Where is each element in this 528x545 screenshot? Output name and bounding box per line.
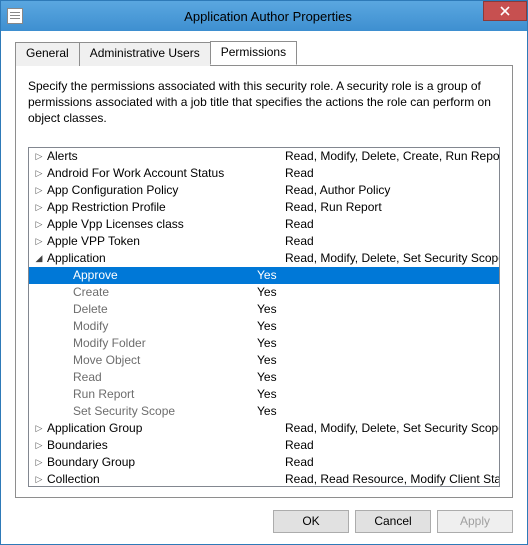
expand-icon[interactable]: ▷ xyxy=(33,219,45,230)
close-icon xyxy=(500,6,510,16)
titlebar[interactable]: Application Author Properties xyxy=(1,1,527,31)
tree-row[interactable]: ▷App Configuration PolicyRead, Author Po… xyxy=(29,182,499,199)
row-label: Apple VPP Token xyxy=(45,234,279,248)
row-label: Set Security Scope xyxy=(45,404,251,418)
collapse-icon[interactable]: ◢ xyxy=(33,253,45,264)
row-label: Modify Folder xyxy=(45,336,251,350)
tree-row[interactable]: ▷Boundary GroupRead xyxy=(29,454,499,471)
row-permission: Read xyxy=(279,217,314,231)
tree-child-row[interactable]: ModifyYes xyxy=(29,318,499,335)
row-label: Collection xyxy=(45,472,279,486)
row-label: App Restriction Profile xyxy=(45,200,279,214)
window-title: Application Author Properties xyxy=(29,9,527,24)
row-label: Delete xyxy=(45,302,251,316)
row-permission: Yes xyxy=(251,370,277,384)
row-label: Application Group xyxy=(45,421,279,435)
row-permission: Read, Author Policy xyxy=(279,183,390,197)
tree-row[interactable]: ▷Apple VPP TokenRead xyxy=(29,233,499,250)
tree-row[interactable]: ▷App Restriction ProfileRead, Run Report xyxy=(29,199,499,216)
expand-icon[interactable]: ▷ xyxy=(33,168,45,179)
row-permission: Yes xyxy=(251,387,277,401)
tree-child-row[interactable]: ReadYes xyxy=(29,369,499,386)
row-label: Read xyxy=(45,370,251,384)
tab-general[interactable]: General xyxy=(15,42,80,66)
tree-row[interactable]: ▷CollectionRead, Read Resource, Modify C… xyxy=(29,471,499,486)
row-permission: Read, Modify, Delete, Create, Run Report… xyxy=(279,149,499,163)
tree-child-row[interactable]: ApproveYes xyxy=(29,267,499,284)
row-permission: Read, Run Report xyxy=(279,200,382,214)
row-permission: Yes xyxy=(251,404,277,418)
expand-icon[interactable]: ▷ xyxy=(33,440,45,451)
cancel-button[interactable]: Cancel xyxy=(355,510,431,533)
tab-strip: General Administrative Users Permissions xyxy=(15,41,513,65)
tree-child-row[interactable]: Run ReportYes xyxy=(29,386,499,403)
tree-row[interactable]: ▷Application GroupRead, Modify, Delete, … xyxy=(29,420,499,437)
row-permission: Yes xyxy=(251,268,277,282)
row-label: Run Report xyxy=(45,387,251,401)
permissions-tree: ▷AlertsRead, Modify, Delete, Create, Run… xyxy=(28,147,500,487)
apply-button[interactable]: Apply xyxy=(437,510,513,533)
row-permission: Read xyxy=(279,234,314,248)
permissions-tree-scroll[interactable]: ▷AlertsRead, Modify, Delete, Create, Run… xyxy=(29,148,499,486)
tree-child-row[interactable]: DeleteYes xyxy=(29,301,499,318)
ok-button[interactable]: OK xyxy=(273,510,349,533)
expand-icon[interactable]: ▷ xyxy=(33,457,45,468)
row-permission: Read, Read Resource, Modify Client Statu… xyxy=(279,472,499,486)
row-label: Apple Vpp Licenses class xyxy=(45,217,279,231)
row-label: Android For Work Account Status xyxy=(45,166,279,180)
row-permission: Yes xyxy=(251,285,277,299)
tab-admin-users[interactable]: Administrative Users xyxy=(79,42,211,66)
tree-child-row[interactable]: Set Security ScopeYes xyxy=(29,403,499,420)
window-icon xyxy=(7,8,23,24)
row-label: Move Object xyxy=(45,353,251,367)
expand-icon[interactable]: ▷ xyxy=(33,202,45,213)
row-label: Alerts xyxy=(45,149,279,163)
content-area: General Administrative Users Permissions… xyxy=(1,31,527,498)
row-label: Modify xyxy=(45,319,251,333)
row-label: Boundary Group xyxy=(45,455,279,469)
row-permission: Read xyxy=(279,455,314,469)
dialog-window: Application Author Properties General Ad… xyxy=(0,0,528,545)
row-permission: Read, Modify, Delete, Set Security Scope… xyxy=(279,251,499,265)
row-permission: Yes xyxy=(251,319,277,333)
expand-icon[interactable]: ▷ xyxy=(33,423,45,434)
tree-row[interactable]: ◢ApplicationRead, Modify, Delete, Set Se… xyxy=(29,250,499,267)
tree-row[interactable]: ▷Android For Work Account StatusRead xyxy=(29,165,499,182)
tab-panel-permissions: Specify the permissions associated with … xyxy=(15,65,513,498)
tree-child-row[interactable]: CreateYes xyxy=(29,284,499,301)
expand-icon[interactable]: ▷ xyxy=(33,236,45,247)
tree-row[interactable]: ▷AlertsRead, Modify, Delete, Create, Run… xyxy=(29,148,499,165)
tree-row[interactable]: ▷Apple Vpp Licenses classRead xyxy=(29,216,499,233)
row-permission: Yes xyxy=(251,302,277,316)
row-permission: Yes xyxy=(251,353,277,367)
row-label: Application xyxy=(45,251,279,265)
expand-icon[interactable]: ▷ xyxy=(33,185,45,196)
row-label: Boundaries xyxy=(45,438,279,452)
tab-permissions[interactable]: Permissions xyxy=(210,41,297,65)
row-permission: Yes xyxy=(251,336,277,350)
row-permission: Read xyxy=(279,166,314,180)
expand-icon[interactable]: ▷ xyxy=(33,474,45,485)
row-permission: Read, Modify, Delete, Set Security Scope… xyxy=(279,421,499,435)
expand-icon[interactable]: ▷ xyxy=(33,151,45,162)
tree-child-row[interactable]: Modify FolderYes xyxy=(29,335,499,352)
close-button[interactable] xyxy=(483,1,527,21)
row-permission: Read xyxy=(279,438,314,452)
dialog-footer: OK Cancel Apply xyxy=(1,498,527,544)
row-label: Approve xyxy=(45,268,251,282)
row-label: App Configuration Policy xyxy=(45,183,279,197)
row-label: Create xyxy=(45,285,251,299)
panel-description: Specify the permissions associated with … xyxy=(28,78,500,127)
tree-row[interactable]: ▷BoundariesRead xyxy=(29,437,499,454)
tree-child-row[interactable]: Move ObjectYes xyxy=(29,352,499,369)
